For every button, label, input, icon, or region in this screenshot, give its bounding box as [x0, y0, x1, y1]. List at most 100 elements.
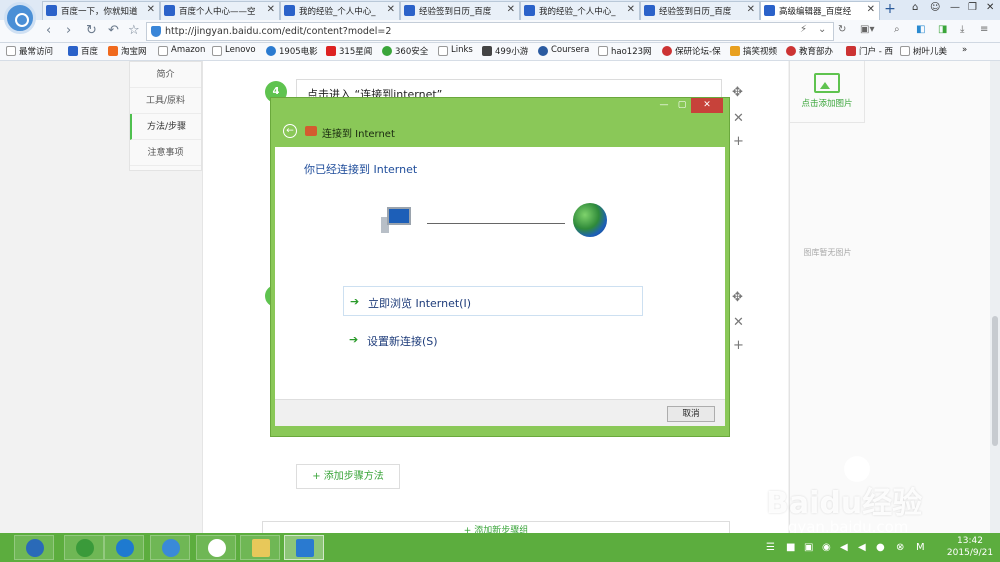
- forum-icon: [662, 46, 672, 56]
- menu-icon[interactable]: ≡: [980, 24, 988, 35]
- new-tab-button[interactable]: +: [880, 0, 900, 20]
- tray-icon[interactable]: ⊗: [896, 542, 904, 553]
- add-icon[interactable]: +: [733, 134, 744, 149]
- dialog-titlebar: — ▢ ✕: [271, 98, 729, 114]
- bookmark-item[interactable]: hao123网: [598, 45, 652, 57]
- extension-icon[interactable]: ◨: [938, 24, 947, 35]
- close-icon[interactable]: ✕: [147, 4, 155, 15]
- add-step-button[interactable]: + 添加步骤方法: [296, 464, 400, 489]
- bookmark-item[interactable]: 1905电影: [266, 45, 318, 57]
- add-image-button[interactable]: 点击添加图片: [790, 61, 865, 123]
- input-method-icon[interactable]: M: [916, 542, 925, 553]
- bookmark-item[interactable]: 门户 - 西: [846, 45, 893, 57]
- bookmark-item[interactable]: 树叶儿美: [900, 45, 947, 57]
- bookmark-item[interactable]: Amazon: [158, 45, 205, 56]
- bookmark-item[interactable]: 百度: [68, 45, 98, 57]
- back-arrow-icon[interactable]: ←: [283, 124, 297, 138]
- browse-internet-option[interactable]: ➔ 立即浏览 Internet(I): [343, 286, 643, 316]
- move-icon[interactable]: ✥: [732, 290, 743, 305]
- browser-tab[interactable]: 我的经验_个人中心_ ✕: [280, 1, 400, 20]
- browser-tab[interactable]: 百度个人中心——空 ✕: [160, 1, 280, 20]
- nav-item-intro[interactable]: 简介: [130, 62, 201, 88]
- dropdown-icon[interactable]: ⌄: [818, 24, 826, 35]
- taskbar-app[interactable]: [150, 535, 190, 560]
- bookmark-item[interactable]: 360安全: [382, 45, 428, 57]
- bookmark-item[interactable]: Coursera: [538, 45, 589, 56]
- taskbar-app[interactable]: [14, 535, 54, 560]
- taskbar-app-active[interactable]: [284, 535, 324, 560]
- close-icon[interactable]: ✕: [387, 4, 395, 15]
- tab-title: 高级编辑器_百度经: [779, 7, 852, 17]
- more-bookmarks-icon[interactable]: »: [962, 45, 967, 55]
- close-icon[interactable]: ✕: [627, 4, 635, 15]
- favorite-star-icon[interactable]: ☆: [128, 23, 140, 38]
- add-section-button[interactable]: + 添加新步骤组: [262, 521, 730, 533]
- bookmark-item[interactable]: 淘宝网: [108, 45, 147, 57]
- setup-connection-option[interactable]: ➔ 设置新连接(S): [343, 325, 643, 355]
- browser-tab[interactable]: 经验签到日历_百度 ✕: [640, 1, 760, 20]
- download-icon[interactable]: ⤓: [960, 24, 964, 35]
- bookmark-item[interactable]: 搞笑视频: [730, 45, 777, 57]
- volume-icon[interactable]: ◀: [858, 542, 866, 553]
- url-input[interactable]: http://jingyan.baidu.com/edit/content?mo…: [146, 22, 834, 41]
- refresh-icon[interactable]: ↻: [86, 23, 97, 38]
- app-icon: [26, 539, 44, 557]
- taskbar-app[interactable]: [196, 535, 236, 560]
- wifi-icon[interactable]: ☰: [766, 542, 775, 553]
- browser-tab[interactable]: 我的经验_个人中心_ ✕: [520, 1, 640, 20]
- browser-tab[interactable]: 百度一下，你就知道 ✕: [42, 1, 160, 20]
- baidu-favicon-icon: [644, 5, 655, 16]
- dialog-close-button[interactable]: ✕: [691, 98, 723, 113]
- tray-icon[interactable]: ▣: [804, 542, 813, 553]
- taskbar-app[interactable]: [64, 535, 104, 560]
- close-icon[interactable]: ✕: [867, 4, 875, 15]
- browser-logo-icon[interactable]: [4, 2, 36, 34]
- option-label: 立即浏览 Internet(I): [368, 297, 472, 310]
- move-icon[interactable]: ✥: [732, 85, 743, 100]
- back-icon[interactable]: ‹: [46, 23, 51, 38]
- bookmark-item[interactable]: Lenovo: [212, 45, 256, 56]
- bookmark-item[interactable]: 最常访问: [6, 45, 53, 57]
- clock[interactable]: 13:42 2015/9/21: [942, 535, 998, 559]
- volume-icon[interactable]: ◀: [840, 542, 848, 553]
- extension-icon[interactable]: ◧: [916, 24, 925, 35]
- search-engine-icon[interactable]: ▣▾: [860, 24, 874, 35]
- bookmark-item[interactable]: 教育部办: [786, 45, 833, 57]
- bookmark-item[interactable]: 315星闻: [326, 45, 372, 57]
- tray-icon[interactable]: ◉: [822, 542, 831, 553]
- minimize-icon[interactable]: —: [655, 98, 673, 113]
- undo-icon[interactable]: ↶: [108, 23, 119, 38]
- close-icon[interactable]: ✕: [507, 4, 515, 15]
- close-icon[interactable]: ✕: [267, 4, 275, 15]
- close-window-icon[interactable]: ✕: [986, 2, 994, 13]
- bookmark-item[interactable]: Links: [438, 45, 473, 56]
- browser-tab-active[interactable]: 高级编辑器_百度经 ✕: [760, 1, 880, 20]
- tray-icon[interactable]: ■: [786, 542, 795, 553]
- delete-icon[interactable]: ✕: [733, 315, 744, 330]
- reload-icon[interactable]: ↻: [838, 24, 846, 35]
- search-icon[interactable]: ⌕: [894, 24, 900, 35]
- delete-icon[interactable]: ✕: [733, 111, 744, 126]
- nav-item-tools[interactable]: 工具/原料: [130, 88, 201, 114]
- taskbar-app[interactable]: [240, 535, 280, 560]
- scrollbar-thumb[interactable]: [992, 316, 998, 446]
- browser-tab[interactable]: 经验签到日历_百度 ✕: [400, 1, 520, 20]
- skin-icon[interactable]: ☺: [930, 2, 940, 13]
- lightning-icon[interactable]: ⚡: [800, 24, 807, 35]
- window-menu-icon[interactable]: ⌂: [912, 2, 918, 13]
- minimize-icon[interactable]: —: [950, 2, 960, 13]
- forward-icon[interactable]: ›: [66, 23, 71, 38]
- cancel-button[interactable]: 取消: [667, 406, 715, 422]
- add-icon[interactable]: +: [733, 338, 744, 353]
- section-nav: 简介 工具/原料 方法/步骤 注意事项: [129, 61, 202, 171]
- maximize-icon[interactable]: ▢: [673, 98, 691, 113]
- nav-item-steps[interactable]: 方法/步骤: [130, 114, 201, 140]
- qq-icon[interactable]: ●: [876, 542, 885, 553]
- close-icon[interactable]: ✕: [747, 4, 755, 15]
- bookmark-item[interactable]: 保研论坛-保: [662, 45, 721, 57]
- bookmark-item[interactable]: 499小游: [482, 45, 528, 57]
- taskbar-app[interactable]: [104, 535, 144, 560]
- nav-item-notes[interactable]: 注意事项: [130, 140, 201, 166]
- watermark-brand: Baidu经验: [766, 486, 923, 521]
- restore-icon[interactable]: ❐: [968, 2, 977, 13]
